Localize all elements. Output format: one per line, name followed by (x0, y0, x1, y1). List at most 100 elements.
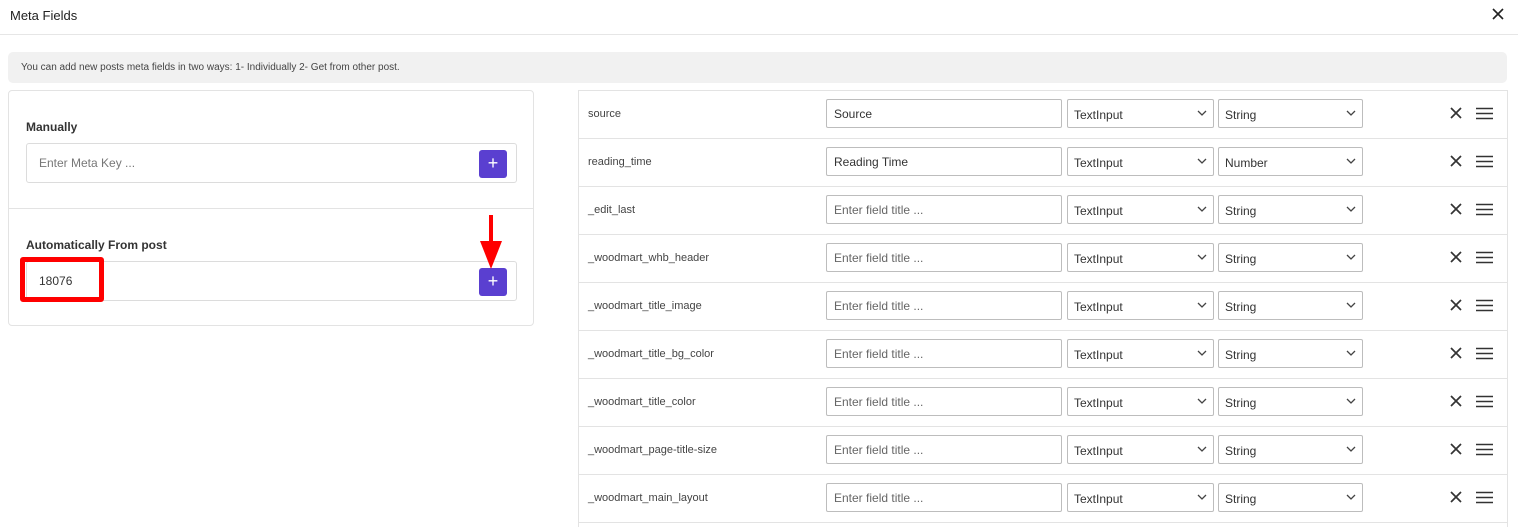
chevron-down-icon (1197, 446, 1207, 452)
close-icon[interactable] (1490, 6, 1506, 22)
chevron-down-icon (1197, 302, 1207, 308)
data-type-value: String (1225, 492, 1257, 506)
data-type-value: String (1225, 396, 1257, 410)
drag-handle-icon[interactable] (1476, 251, 1493, 264)
data-type-select[interactable]: String (1218, 195, 1363, 224)
field-type-value: TextInput (1074, 156, 1123, 170)
field-type-select[interactable]: TextInput (1067, 195, 1214, 224)
meta-key: _woodmart_title_bg_color (588, 348, 714, 360)
meta-key: _woodmart_page-title-size (588, 444, 718, 456)
chevron-down-icon (1197, 206, 1207, 212)
drag-handle-icon[interactable] (1476, 443, 1493, 456)
table-row: _woodmart_title_image TextInput String (579, 283, 1507, 331)
chevron-down-icon (1197, 494, 1207, 500)
data-type-select[interactable]: String (1218, 99, 1363, 128)
dialog-title: Meta Fields (10, 8, 78, 23)
remove-icon[interactable] (1449, 442, 1463, 456)
remove-icon[interactable] (1449, 298, 1463, 312)
drag-handle-icon[interactable] (1476, 395, 1493, 408)
drag-handle-icon[interactable] (1476, 155, 1493, 168)
meta-key: source (588, 108, 622, 120)
data-type-value: String (1225, 444, 1257, 458)
manually-label: Manually (26, 120, 78, 134)
data-type-value: String (1225, 204, 1257, 218)
field-type-value: TextInput (1074, 396, 1123, 410)
field-type-value: TextInput (1074, 492, 1123, 506)
table-row: source TextInput String (579, 91, 1507, 139)
field-type-value: TextInput (1074, 204, 1123, 218)
field-type-value: TextInput (1074, 108, 1123, 122)
chevron-down-icon (1346, 350, 1356, 356)
data-type-select[interactable]: Number (1218, 147, 1363, 176)
chevron-down-icon (1197, 110, 1207, 116)
field-title-input[interactable] (826, 339, 1062, 368)
chevron-down-icon (1346, 206, 1356, 212)
drag-handle-icon[interactable] (1476, 491, 1493, 504)
highlight-annotation (20, 257, 104, 302)
field-type-select[interactable]: TextInput (1067, 147, 1214, 176)
data-type-select[interactable]: String (1218, 435, 1363, 464)
data-type-select[interactable]: String (1218, 243, 1363, 272)
data-type-value: Number (1225, 156, 1268, 170)
data-type-select[interactable]: String (1218, 339, 1363, 368)
field-type-select[interactable]: TextInput (1067, 435, 1214, 464)
chevron-down-icon (1346, 446, 1356, 452)
dialog-header: Meta Fields (0, 0, 1518, 35)
manual-meta-key-box: + (26, 143, 517, 183)
field-title-input[interactable] (826, 147, 1062, 176)
field-title-input[interactable] (826, 243, 1062, 272)
field-title-input[interactable] (826, 195, 1062, 224)
remove-icon[interactable] (1449, 250, 1463, 264)
field-title-input[interactable] (826, 435, 1062, 464)
field-type-select[interactable]: TextInput (1067, 387, 1214, 416)
data-type-value: String (1225, 348, 1257, 362)
field-type-value: TextInput (1074, 252, 1123, 266)
field-title-input[interactable] (826, 291, 1062, 320)
chevron-down-icon (1346, 302, 1356, 308)
chevron-down-icon (1197, 398, 1207, 404)
data-type-value: String (1225, 300, 1257, 314)
automatically-label: Automatically From post (26, 238, 167, 252)
remove-icon[interactable] (1449, 154, 1463, 168)
remove-icon[interactable] (1449, 394, 1463, 408)
field-type-value: TextInput (1074, 444, 1123, 458)
field-type-select[interactable]: TextInput (1067, 483, 1214, 512)
add-manual-button[interactable]: + (479, 150, 507, 178)
drag-handle-icon[interactable] (1476, 299, 1493, 312)
meta-key: _woodmart_whb_header (588, 252, 710, 264)
data-type-select[interactable]: String (1218, 483, 1363, 512)
data-type-select[interactable]: String (1218, 291, 1363, 320)
remove-icon[interactable] (1449, 106, 1463, 120)
field-title-input[interactable] (826, 387, 1062, 416)
meta-key: reading_time (588, 156, 652, 168)
drag-handle-icon[interactable] (1476, 203, 1493, 216)
table-row: _woodmart_main_layout TextInput String (579, 475, 1507, 523)
table-row: _woodmart_title_color TextInput String (579, 379, 1507, 427)
drag-handle-icon[interactable] (1476, 347, 1493, 360)
field-type-select[interactable]: TextInput (1067, 339, 1214, 368)
field-type-select[interactable]: TextInput (1067, 243, 1214, 272)
chevron-down-icon (1197, 254, 1207, 260)
drag-handle-icon[interactable] (1476, 107, 1493, 120)
data-type-value: String (1225, 108, 1257, 122)
data-type-select[interactable]: String (1218, 387, 1363, 416)
section-divider (9, 208, 533, 209)
meta-fields-table: source TextInput String reading_time Tex… (578, 90, 1508, 527)
table-row: reading_time TextInput Number (579, 139, 1507, 187)
table-row: _edit_last TextInput String (579, 187, 1507, 235)
meta-key-input[interactable] (39, 144, 459, 182)
table-row: _woodmart_page-title-size TextInput Stri… (579, 427, 1507, 475)
remove-icon[interactable] (1449, 490, 1463, 504)
field-title-input[interactable] (826, 99, 1062, 128)
field-type-select[interactable]: TextInput (1067, 99, 1214, 128)
meta-key: _edit_last (588, 204, 636, 216)
chevron-down-icon (1346, 158, 1356, 164)
field-title-input[interactable] (826, 483, 1062, 512)
meta-key: _woodmart_title_image (588, 300, 702, 312)
table-row: _woodmart_whb_header TextInput String (579, 235, 1507, 283)
chevron-down-icon (1346, 398, 1356, 404)
field-type-select[interactable]: TextInput (1067, 291, 1214, 320)
remove-icon[interactable] (1449, 346, 1463, 360)
remove-icon[interactable] (1449, 202, 1463, 216)
add-from-post-button[interactable]: + (479, 268, 507, 296)
